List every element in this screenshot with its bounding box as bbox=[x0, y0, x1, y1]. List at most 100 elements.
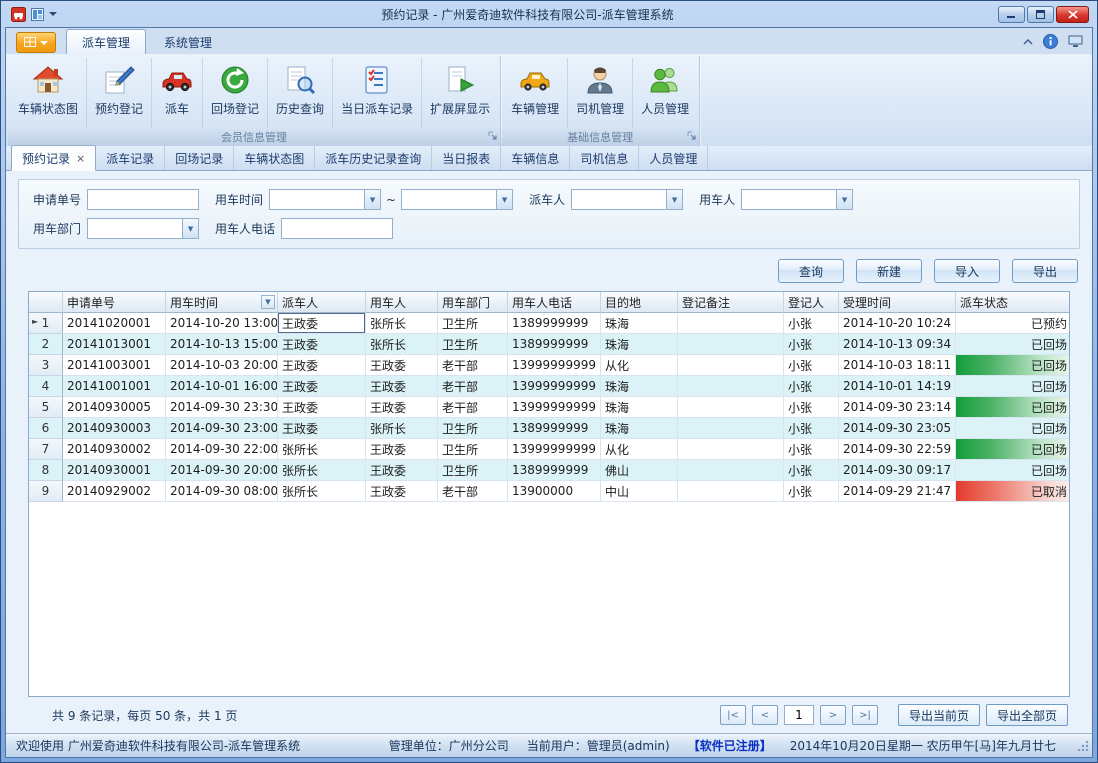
status-cell[interactable]: 已回场 bbox=[956, 376, 1070, 397]
cell-destination[interactable]: 中山 bbox=[601, 481, 678, 502]
cell-user-phone[interactable]: 1389999999 bbox=[508, 418, 601, 439]
dialog-launcher-icon[interactable] bbox=[687, 130, 696, 143]
cell-registrar[interactable]: 小张 bbox=[784, 439, 839, 460]
cell-accept-time[interactable]: 2014-10-13 09:34 bbox=[839, 334, 956, 355]
cell-remark[interactable] bbox=[678, 418, 784, 439]
table-row[interactable]: 3201410030012014-10-03 20:00王政委王政委老干部139… bbox=[29, 355, 1070, 376]
table-row[interactable]: 8201409300012014-09-30 20:00张所长王政委卫生所138… bbox=[29, 460, 1070, 481]
column-header-dispatcher[interactable]: 派车人 bbox=[278, 292, 366, 313]
use-time-from-combo[interactable]: ▼ bbox=[269, 189, 381, 210]
status-cell[interactable]: 已回场 bbox=[956, 418, 1070, 439]
row-selector[interactable]: 9 bbox=[29, 481, 63, 502]
cell-registrar[interactable]: 小张 bbox=[784, 481, 839, 502]
cell-use-time[interactable]: 2014-09-30 22:00 bbox=[166, 439, 278, 460]
layout-icon[interactable] bbox=[31, 8, 44, 21]
cell-apply-no[interactable]: 20141020001 bbox=[63, 313, 166, 334]
column-header-accept-time[interactable]: 受理时间 bbox=[839, 292, 956, 313]
cell-use-time[interactable]: 2014-10-01 16:00 bbox=[166, 376, 278, 397]
cell-destination[interactable]: 珠海 bbox=[601, 334, 678, 355]
cell-vehicle-user[interactable]: 王政委 bbox=[366, 376, 438, 397]
status-cell[interactable]: 已回场 bbox=[956, 355, 1070, 376]
pager-first-button[interactable]: |< bbox=[720, 705, 746, 725]
cell-use-dept[interactable]: 卫生所 bbox=[438, 418, 508, 439]
table-row[interactable]: 7201409300022014-09-30 22:00张所长王政委卫生所139… bbox=[29, 439, 1070, 460]
cell-remark[interactable] bbox=[678, 313, 784, 334]
table-row[interactable]: 4201410010012014-10-01 16:00王政委王政委老干部139… bbox=[29, 376, 1070, 397]
cell-user-phone[interactable]: 1389999999 bbox=[508, 460, 601, 481]
cell-remark[interactable] bbox=[678, 334, 784, 355]
cell-user-phone[interactable]: 13900000 bbox=[508, 481, 601, 502]
staff-manage-button[interactable]: 人员管理 bbox=[633, 58, 697, 128]
cell-use-dept[interactable]: 卫生所 bbox=[438, 439, 508, 460]
cell-use-time[interactable]: 2014-10-13 15:00 bbox=[166, 334, 278, 355]
column-filter-icon[interactable]: ▼ bbox=[261, 295, 275, 309]
cell-dispatcher[interactable]: 张所长 bbox=[278, 439, 366, 460]
row-selector[interactable]: 6 bbox=[29, 418, 63, 439]
cell-apply-no[interactable]: 20140930005 bbox=[63, 397, 166, 418]
import-button[interactable]: 导入 bbox=[934, 259, 1000, 283]
cell-registrar[interactable]: 小张 bbox=[784, 397, 839, 418]
cell-remark[interactable] bbox=[678, 355, 784, 376]
cell-accept-time[interactable]: 2014-09-30 22:59 bbox=[839, 439, 956, 460]
dispatcher-combo[interactable]: ▼ bbox=[571, 189, 683, 210]
table-row[interactable]: 9201409290022014-09-30 08:00张所长王政委老干部139… bbox=[29, 481, 1070, 502]
cell-apply-no[interactable]: 20140930003 bbox=[63, 418, 166, 439]
today-dispatch-records-button[interactable]: 当日派车记录 bbox=[333, 58, 422, 128]
status-cell[interactable]: 已回场 bbox=[956, 460, 1070, 481]
cell-destination[interactable]: 珠海 bbox=[601, 397, 678, 418]
cell-dispatcher[interactable]: 王政委 bbox=[278, 334, 366, 355]
cell-use-time[interactable]: 2014-09-30 20:00 bbox=[166, 460, 278, 481]
cell-accept-time[interactable]: 2014-09-30 09:17 bbox=[839, 460, 956, 481]
new-button[interactable]: 新建 bbox=[856, 259, 922, 283]
cell-dispatcher[interactable]: 张所长 bbox=[278, 481, 366, 502]
use-dept-combo[interactable]: ▼ bbox=[87, 218, 199, 239]
close-icon[interactable]: × bbox=[76, 153, 85, 164]
cell-vehicle-user[interactable]: 王政委 bbox=[366, 439, 438, 460]
cell-vehicle-user[interactable]: 王政委 bbox=[366, 397, 438, 418]
cell-remark[interactable] bbox=[678, 397, 784, 418]
ribbon-tab-system-manage[interactable]: 系统管理 bbox=[148, 29, 228, 54]
table-row[interactable]: 6201409300032014-09-30 23:00王政委张所长卫生所138… bbox=[29, 418, 1070, 439]
cell-apply-no[interactable]: 20140930001 bbox=[63, 460, 166, 481]
row-selector[interactable]: 4 bbox=[29, 376, 63, 397]
column-header-status[interactable]: 派车状态 bbox=[956, 292, 1070, 313]
vehicle-status-chart-button[interactable]: 车辆状态图 bbox=[10, 58, 87, 128]
minimize-button[interactable] bbox=[998, 6, 1025, 23]
cell-accept-time[interactable]: 2014-09-30 23:05 bbox=[839, 418, 956, 439]
status-cell[interactable]: 已取消 bbox=[956, 481, 1070, 502]
cell-apply-no[interactable]: 20141001001 bbox=[63, 376, 166, 397]
cell-use-dept[interactable]: 老干部 bbox=[438, 481, 508, 502]
dispatch-button[interactable]: 派车 bbox=[152, 58, 203, 128]
query-button[interactable]: 查询 bbox=[778, 259, 844, 283]
status-cell[interactable]: 已回场 bbox=[956, 334, 1070, 355]
dropdown-arrow-icon[interactable]: ▼ bbox=[496, 190, 512, 209]
column-header-user-phone[interactable]: 用车人电话 bbox=[508, 292, 601, 313]
cell-remark[interactable] bbox=[678, 439, 784, 460]
ribbon-tab-dispatch-manage[interactable]: 派车管理 bbox=[66, 29, 146, 54]
cell-use-time[interactable]: 2014-09-30 23:30 bbox=[166, 397, 278, 418]
row-selector[interactable]: 5 bbox=[29, 397, 63, 418]
resize-grip[interactable] bbox=[1078, 740, 1089, 754]
app-menu-button[interactable] bbox=[16, 32, 56, 53]
cell-vehicle-user[interactable]: 王政委 bbox=[366, 355, 438, 376]
cell-user-phone[interactable]: 13999999999 bbox=[508, 355, 601, 376]
tab-daily-report[interactable]: 当日报表 bbox=[432, 146, 501, 170]
cell-apply-no[interactable]: 20140930002 bbox=[63, 439, 166, 460]
cell-use-dept[interactable]: 卫生所 bbox=[438, 460, 508, 481]
collapse-ribbon-icon[interactable] bbox=[1023, 39, 1033, 45]
use-time-to-combo[interactable]: ▼ bbox=[401, 189, 513, 210]
cell-vehicle-user[interactable]: 张所长 bbox=[366, 418, 438, 439]
table-row[interactable]: ►1201410200012014-10-20 13:00王政委张所长卫生所13… bbox=[29, 313, 1070, 334]
cell-use-time[interactable]: 2014-09-30 08:00 bbox=[166, 481, 278, 502]
cell-dispatcher[interactable]: 王政委 bbox=[278, 397, 366, 418]
cell-use-dept[interactable]: 老干部 bbox=[438, 397, 508, 418]
cell-accept-time[interactable]: 2014-09-30 23:14 bbox=[839, 397, 956, 418]
cell-dispatcher[interactable]: 王政委 bbox=[278, 418, 366, 439]
cell-destination[interactable]: 从化 bbox=[601, 355, 678, 376]
export-all-pages-button[interactable]: 导出全部页 bbox=[986, 704, 1068, 726]
cell-apply-no[interactable]: 20141003001 bbox=[63, 355, 166, 376]
cell-destination[interactable]: 珠海 bbox=[601, 313, 678, 334]
column-header-vehicle-user[interactable]: 用车人 bbox=[366, 292, 438, 313]
column-header-use-dept[interactable]: 用车部门 bbox=[438, 292, 508, 313]
status-cell[interactable]: 已回场 bbox=[956, 439, 1070, 460]
